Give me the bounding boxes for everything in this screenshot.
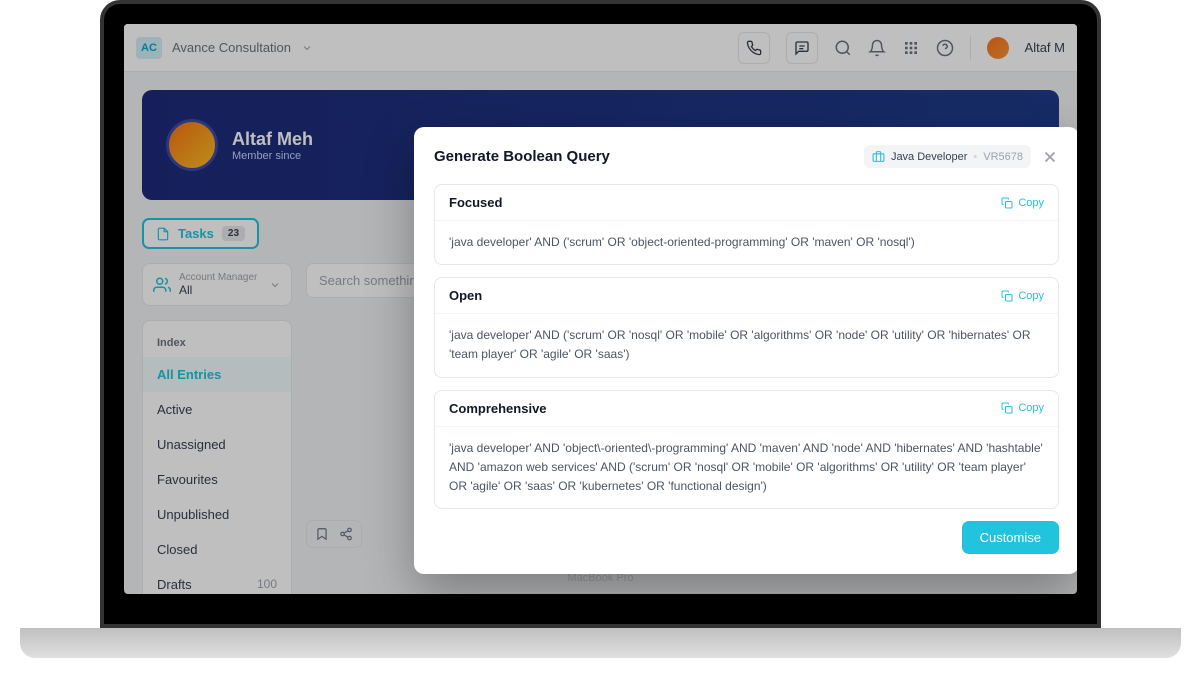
focused-query: 'java developer' AND ('scrum' OR 'object… <box>435 221 1058 264</box>
boolean-query-modal: Generate Boolean Query Java Developer • … <box>414 127 1077 574</box>
open-copy-button[interactable]: Copy <box>1001 290 1044 302</box>
comprehensive-card: Comprehensive Copy 'java developer' AND … <box>434 390 1059 510</box>
open-query: 'java developer' AND ('scrum' OR 'nosql'… <box>435 314 1058 376</box>
modal-title: Generate Boolean Query <box>434 148 610 165</box>
copy-icon <box>1001 290 1013 302</box>
job-code: VR5678 <box>983 151 1023 163</box>
close-icon <box>1041 148 1059 166</box>
focused-copy-button[interactable]: Copy <box>1001 197 1044 209</box>
copy-icon <box>1001 197 1013 209</box>
laptop-base <box>20 628 1181 658</box>
focused-title: Focused <box>449 195 502 210</box>
open-card: Open Copy 'java developer' AND ('scrum' … <box>434 277 1059 377</box>
job-name: Java Developer <box>891 151 967 163</box>
comprehensive-title: Comprehensive <box>449 401 547 416</box>
copy-icon <box>1001 402 1013 414</box>
comprehensive-copy-button[interactable]: Copy <box>1001 402 1044 414</box>
briefcase-icon <box>872 150 885 163</box>
customise-button[interactable]: Customise <box>962 521 1059 554</box>
open-title: Open <box>449 288 482 303</box>
focused-card: Focused Copy 'java developer' AND ('scru… <box>434 184 1059 265</box>
comprehensive-query: 'java developer' AND 'object\-oriented\-… <box>435 427 1058 509</box>
close-button[interactable] <box>1041 148 1059 166</box>
screen: AC Avance Consultation <box>124 24 1077 594</box>
laptop-frame: AC Avance Consultation <box>100 0 1101 628</box>
job-pill: Java Developer • VR5678 <box>864 145 1031 168</box>
